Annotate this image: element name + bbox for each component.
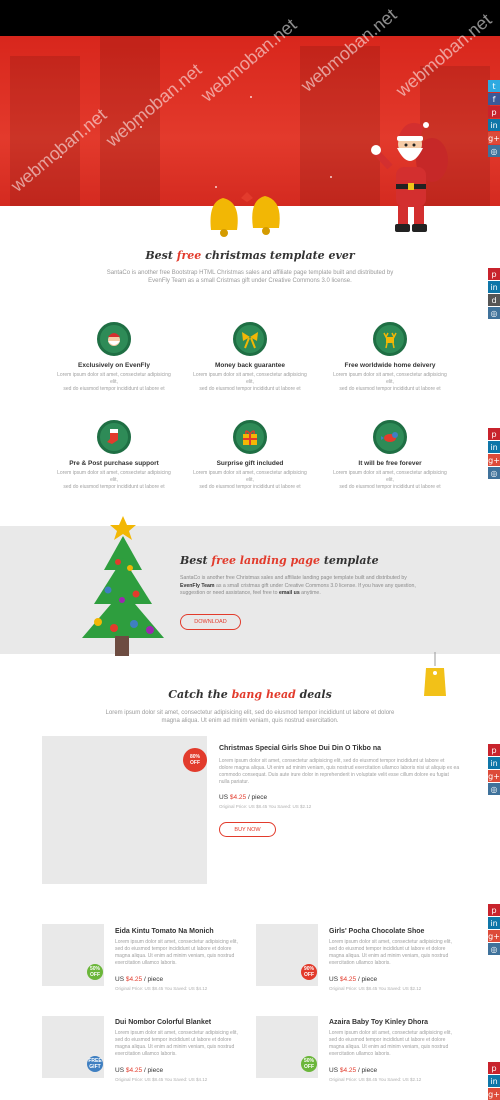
feature-title: It will be free forever — [358, 460, 422, 467]
feature-title: Pre & Post purchase support — [69, 460, 159, 467]
twitter-icon[interactable]: t — [488, 80, 500, 92]
google-plus-icon[interactable]: g+ — [488, 1088, 500, 1100]
product-title[interactable]: Girls' Pocha Chocolate Shoe — [329, 928, 424, 935]
feature-description: Lorem ipsum dolor sit amet, consectetur … — [193, 470, 307, 490]
pinterest-icon[interactable]: p — [488, 268, 500, 280]
linkedin-icon[interactable]: in — [488, 757, 500, 769]
google-plus-icon[interactable]: g+ — [488, 454, 500, 466]
discount-badge: 80% OFF — [183, 748, 207, 772]
bells-illustration — [210, 192, 280, 237]
facebook-icon[interactable]: f — [488, 93, 500, 105]
google-plus-icon[interactable]: g+ — [488, 930, 500, 942]
discount-badge: 50% OFF — [301, 1056, 317, 1072]
download-button[interactable]: DOWNLOAD — [180, 614, 241, 630]
discount-badge: FREE GIFT — [87, 1056, 103, 1072]
bird-icon — [373, 420, 407, 454]
discount-badge: 90% OFF — [301, 964, 317, 980]
band-description: SantaCo is another free Christmas sales … — [180, 575, 416, 596]
feature-title: Surprise gift included — [216, 460, 284, 467]
product-description: Lorem ipsum dolor sit amet, consectetur … — [219, 758, 460, 785]
linkedin-icon[interactable]: in — [488, 281, 500, 293]
product-title[interactable]: Eida Kintu Tomato Na Monich — [115, 928, 214, 935]
feature-title: Exclusively on EvenFly — [78, 362, 150, 369]
christmas-tree-illustration — [82, 516, 164, 656]
feature-card: Money back guarantee Lorem ipsum dolor s… — [190, 322, 310, 393]
product-title[interactable]: Azaira Baby Toy Kinley Dhora — [329, 1019, 428, 1026]
product-price: US $4.25 / piece — [115, 1067, 164, 1074]
buy-now-button[interactable]: BUY NOW — [219, 822, 276, 837]
instagram-icon[interactable]: ◎ — [488, 943, 500, 955]
product-description: Lorem ipsum dolor sit amet, consectetur … — [115, 939, 238, 966]
linkedin-icon[interactable]: in — [488, 917, 500, 929]
original-price: Original Price: US $8.45 You Saved: US $… — [219, 804, 312, 809]
instagram-icon[interactable]: ◎ — [488, 145, 500, 157]
product-title[interactable]: Dui Nombor Colorful Blanket — [115, 1019, 211, 1026]
pinterest-icon[interactable]: p — [488, 1062, 500, 1074]
feature-card: Exclusively on EvenFly Lorem ipsum dolor… — [54, 322, 174, 393]
discount-badge: 50% OFF — [87, 964, 103, 980]
feature-description: Lorem ipsum dolor sit amet, consectetur … — [57, 372, 171, 392]
santa-face-icon — [97, 322, 131, 356]
original-price: Original Price: US $8.45 You Saved: US $… — [329, 1077, 422, 1082]
instagram-icon[interactable]: ◎ — [488, 783, 500, 795]
deals-intro: Lorem ipsum dolor sit amet, consectetur … — [105, 710, 395, 724]
pinterest-icon[interactable]: p — [488, 744, 500, 756]
reindeer-icon — [373, 322, 407, 356]
product-price: US $4.25 / piece — [329, 976, 378, 983]
pinterest-icon[interactable]: p — [488, 904, 500, 916]
social-share-bar: p in g+ ◎ — [488, 904, 500, 955]
feature-description: Lorem ipsum dolor sit amet, consectetur … — [57, 470, 171, 490]
email-link[interactable]: email us — [279, 590, 300, 596]
social-share-bar: t f p in g+ ◎ — [488, 80, 500, 157]
social-share-bar: p in d ◎ — [488, 268, 500, 319]
original-price: Original Price: US $8.45 You Saved: US $… — [115, 1077, 208, 1082]
instagram-icon[interactable]: ◎ — [488, 307, 500, 319]
top-bar — [0, 0, 500, 36]
social-share-bar: p in g+ — [488, 1062, 500, 1100]
feature-title: Money back guarantee — [214, 362, 286, 369]
feature-description: Lorem ipsum dolor sit amet, consectetur … — [193, 372, 307, 392]
feature-description: Lorem ipsum dolor sit amet, consectetur … — [333, 470, 447, 490]
original-price: Original Price: US $8.45 You Saved: US $… — [115, 986, 208, 991]
pinterest-icon[interactable]: p — [488, 428, 500, 440]
feature-card: It will be free forever Lorem ipsum dolo… — [330, 420, 450, 491]
linkedin-icon[interactable]: in — [488, 119, 500, 131]
feature-title: Free worldwide home deivery — [344, 362, 436, 369]
google-plus-icon[interactable]: g+ — [488, 132, 500, 144]
ribbon-bow-icon — [233, 322, 267, 356]
linkedin-icon[interactable]: in — [488, 441, 500, 453]
feature-description: Lorem ipsum dolor sit amet, consectetur … — [333, 372, 447, 392]
social-share-bar: p in g+ ◎ — [488, 744, 500, 795]
product-price: US $4.25 / piece — [219, 794, 268, 801]
delicious-icon[interactable]: d — [488, 294, 500, 306]
section-intro: SantaCo is another free Bootstrap HTML C… — [106, 270, 394, 284]
gift-box-icon — [233, 420, 267, 454]
section-title: Best free christmas template ever — [145, 249, 355, 262]
feature-card: Surprise gift included Lorem ipsum dolor… — [190, 420, 310, 491]
santa-illustration — [371, 122, 448, 232]
product-title[interactable]: Christmas Special Girls Shoe Dui Din O T… — [219, 745, 381, 752]
deals-title: Catch the bang head deals — [168, 688, 332, 701]
original-price: Original Price: US $8.45 You Saved: US $… — [329, 986, 422, 991]
pinterest-icon[interactable]: p — [488, 106, 500, 118]
linkedin-icon[interactable]: in — [488, 1075, 500, 1087]
stocking-icon — [97, 420, 131, 454]
band-title: Best free landing page template — [180, 554, 379, 567]
google-plus-icon[interactable]: g+ — [488, 770, 500, 782]
product-price: US $4.25 / piece — [329, 1067, 378, 1074]
product-description: Lorem ipsum dolor sit amet, consectetur … — [329, 1030, 452, 1057]
product-description: Lorem ipsum dolor sit amet, consectetur … — [115, 1030, 238, 1057]
social-share-bar: p in g+ ◎ — [488, 428, 500, 479]
product-price: US $4.25 / piece — [115, 976, 164, 983]
instagram-icon[interactable]: ◎ — [488, 467, 500, 479]
product-description: Lorem ipsum dolor sit amet, consectetur … — [329, 939, 452, 966]
feature-card: Pre & Post purchase support Lorem ipsum … — [54, 420, 174, 491]
feature-card: Free worldwide home deivery Lorem ipsum … — [330, 322, 450, 393]
